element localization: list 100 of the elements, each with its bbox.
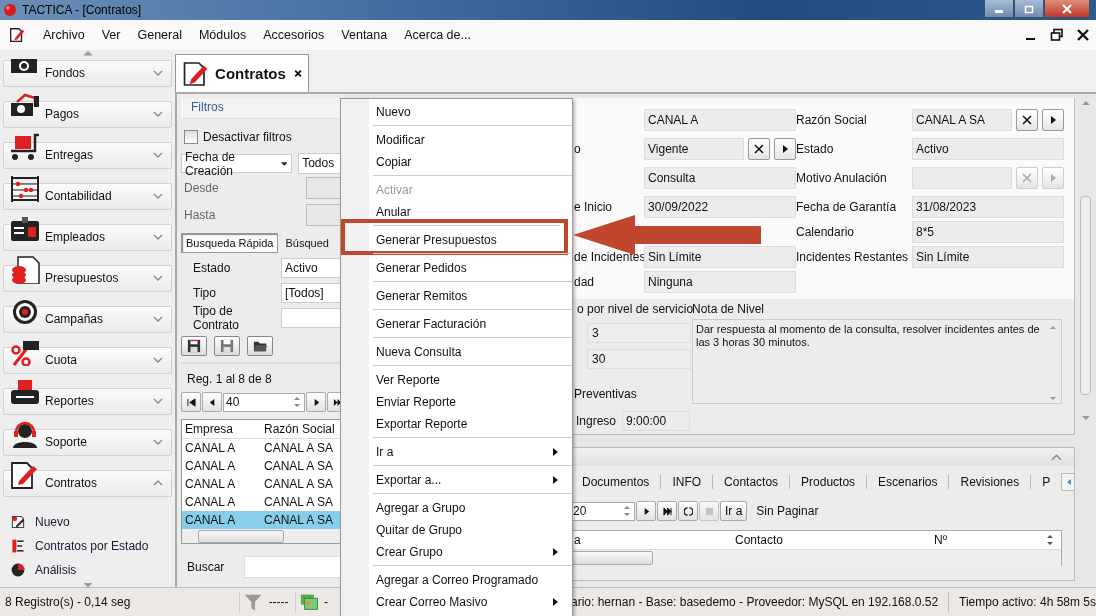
menu-item[interactable]: Módulos: [190, 28, 256, 42]
first-page-button[interactable]: [181, 392, 201, 412]
menu-item[interactable]: General: [129, 28, 191, 42]
menu-item[interactable]: Anular: [341, 201, 572, 223]
text-field[interactable]: Ninguna: [644, 271, 796, 293]
abacus-icon: [9, 173, 41, 202]
text-field[interactable]: Vigente: [644, 138, 744, 160]
sidebar-group-header[interactable]: Contratos: [3, 469, 172, 497]
menu-item[interactable]: Nuevo: [341, 101, 572, 123]
menu-item[interactable]: Archivo: [35, 28, 94, 42]
sidebar-group-header[interactable]: Fondos: [3, 59, 172, 87]
table-row[interactable]: CANAL A CANAL A SA: [182, 457, 344, 475]
next-page-button[interactable]: [636, 501, 656, 521]
sidebar-group-header[interactable]: Reportes: [3, 387, 172, 415]
sidebar-group-header[interactable]: Campañas: [3, 305, 172, 333]
sidebar-item[interactable]: Nuevo: [10, 509, 175, 534]
detail-tab[interactable]: INFO: [660, 475, 713, 489]
text-field[interactable]: [912, 167, 1012, 189]
page-size-field[interactable]: 40: [223, 392, 305, 412]
sidebar-group-header[interactable]: Cuota: [3, 346, 172, 374]
menu-item[interactable]: Accesorios: [255, 28, 334, 42]
menu-item[interactable]: Crear Grupo: [341, 541, 572, 563]
column-header[interactable]: Nº: [931, 533, 1045, 547]
note-field[interactable]: Dar respuesta al momento de la consulta, resolver incidentes antes de las 3 horas 30 minutos.: [692, 319, 1062, 404]
chevron-up-icon[interactable]: [1051, 453, 1062, 461]
checkbox[interactable]: [184, 130, 198, 144]
text-field[interactable]: 8*5: [912, 221, 1064, 243]
next-page-button[interactable]: [306, 392, 326, 412]
text-field[interactable]: Sin Límite: [644, 246, 796, 268]
vertical-scrollbar[interactable]: [1048, 323, 1058, 403]
text-field[interactable]: CANAL A SA: [912, 109, 1012, 131]
close-icon[interactable]: [1076, 28, 1090, 42]
clear-button[interactable]: [748, 138, 770, 160]
sidebar-item[interactable]: Análisis: [10, 557, 175, 582]
table-row[interactable]: CANAL A CANAL A SA: [182, 475, 344, 493]
detail-tab[interactable]: Contactos: [712, 475, 790, 489]
sidebar-group-header[interactable]: Pagos: [3, 100, 172, 128]
restore-icon[interactable]: [1050, 28, 1064, 42]
close-button[interactable]: [1044, 0, 1090, 18]
open-folder-button[interactable]: [247, 336, 273, 356]
document-tab[interactable]: Contratos: [175, 54, 309, 92]
sidebar-group-label: Entregas: [45, 148, 94, 162]
previous-page-button[interactable]: [202, 392, 222, 412]
record-summary: Reg. 1 al 8 de 8: [186, 371, 273, 388]
text-field[interactable]: 30: [587, 349, 691, 369]
text-field[interactable]: 30/09/2022: [644, 196, 796, 218]
search-tab[interactable]: Búsqued: [281, 234, 333, 252]
sidebar-group-header[interactable]: Soporte: [3, 428, 172, 456]
table-row[interactable]: CANAL A CANAL A SA: [182, 439, 344, 457]
open-button[interactable]: [774, 138, 796, 160]
text-field[interactable]: Activo: [912, 138, 1064, 160]
date-field-select[interactable]: Fecha de Creación: [181, 154, 293, 173]
menu-item[interactable]: Enviar Reporte: [341, 391, 572, 413]
refresh-button[interactable]: [678, 501, 698, 521]
minimize-button[interactable]: [984, 0, 1014, 18]
detail-tab[interactable]: Escenarios: [866, 475, 949, 489]
spinner-icon[interactable]: [292, 394, 302, 410]
text-field[interactable]: 31/08/2023: [912, 196, 1064, 218]
column-header[interactable]: Empresa: [182, 422, 261, 436]
menu-item[interactable]: Acerca de...: [396, 28, 480, 42]
spinner-icon[interactable]: [622, 503, 632, 519]
skip-back-icon: [186, 397, 196, 407]
menu-item[interactable]: Ventana: [333, 28, 397, 42]
vertical-scrollbar[interactable]: [1045, 532, 1055, 548]
text-field[interactable]: 9:00:00: [622, 411, 690, 431]
open-button[interactable]: [1042, 109, 1064, 131]
clear-button[interactable]: [1016, 109, 1038, 131]
menu-item[interactable]: Exportar Reporte: [341, 413, 572, 435]
column-header[interactable]: Contacto: [732, 533, 931, 547]
go-button[interactable]: Ir a: [720, 501, 748, 521]
menu-item[interactable]: Quitar de Grupo: [341, 519, 572, 541]
text-field[interactable]: Sin Límite: [912, 246, 1064, 268]
skip-forward-icon: [662, 506, 672, 516]
page-size-field[interactable]: 20: [570, 501, 635, 521]
text-field[interactable]: CANAL A: [644, 109, 796, 131]
close-icon: [1061, 3, 1073, 14]
document-pen-icon: [10, 513, 26, 530]
close-icon[interactable]: [293, 69, 302, 78]
save-button[interactable]: [181, 336, 207, 356]
detail-tab[interactable]: Productos: [789, 475, 867, 489]
table-cell-text: CANAL A SA: [263, 513, 334, 527]
triangle-right-icon: [1048, 115, 1058, 125]
menu-item[interactable]: Crear Correo Masivo: [341, 591, 572, 613]
sidebar-item[interactable]: Contratos por Estado: [10, 533, 175, 558]
sidebar-group-header[interactable]: Entregas: [3, 141, 172, 169]
table-row[interactable]: CANAL A CANAL A SA: [182, 493, 344, 511]
text-field[interactable]: 3: [587, 323, 691, 343]
sidebar-group-header[interactable]: Contabilidad: [3, 182, 172, 210]
detail-tab[interactable]: Revisiones: [948, 475, 1031, 489]
text-field[interactable]: Consulta: [644, 167, 796, 189]
cards-icon[interactable]: [294, 592, 318, 612]
column-header[interactable]: a: [571, 533, 732, 547]
horizontal-scrollbar[interactable]: [571, 550, 1061, 566]
last-page-button[interactable]: [657, 501, 677, 521]
menu-item[interactable]: Copiar: [341, 151, 572, 173]
search-tab[interactable]: Busqueda Rápida: [181, 233, 279, 253]
menu-item[interactable]: Ver: [93, 28, 130, 42]
funnel-icon[interactable]: [239, 592, 263, 612]
restore-button[interactable]: [1014, 0, 1044, 18]
column-header[interactable]: Razón Social: [261, 422, 340, 436]
